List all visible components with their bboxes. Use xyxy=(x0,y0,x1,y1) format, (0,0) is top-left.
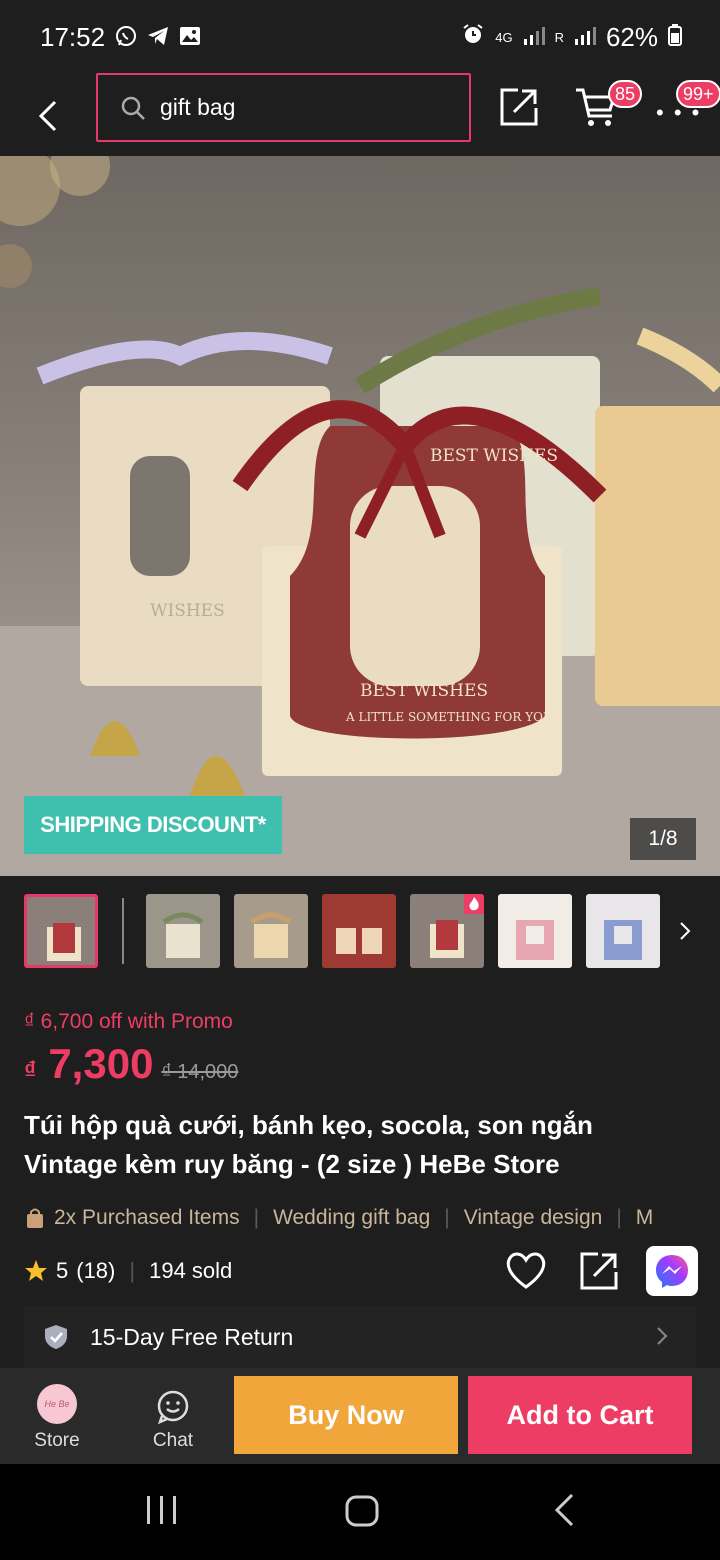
battery-icon xyxy=(668,22,682,53)
product-photo: BEST WISHES A LITTLE SOMETHING FOR YOU B… xyxy=(0,156,720,876)
thumbnail-3[interactable] xyxy=(234,894,308,968)
thumbnail-4[interactable] xyxy=(322,894,396,968)
battery-percent: 62% xyxy=(605,22,658,52)
current-price: 7,300 xyxy=(48,1040,154,1087)
cart-count-badge: 85 xyxy=(608,80,643,108)
notification-count-badge: 99+ xyxy=(676,80,720,108)
flame-icon xyxy=(469,897,479,911)
product-info: ₫ 6,700 off with Promo ₫ 7,300 ₫ 14,000 … xyxy=(0,988,720,1368)
side-box-text: WISHES xyxy=(150,601,225,621)
rating-row[interactable]: 5 (18) | 194 sold xyxy=(24,1258,232,1284)
system-nav-bar xyxy=(0,1464,720,1560)
signal-icon xyxy=(523,22,545,53)
thumbnail-7[interactable] xyxy=(586,894,660,968)
tag-more[interactable]: M xyxy=(636,1206,654,1230)
original-price: ₫ 14,000 xyxy=(161,1061,239,1083)
chat-label: Chat xyxy=(152,1430,194,1451)
recent-apps-icon xyxy=(147,1496,176,1524)
thumbnail-6[interactable] xyxy=(498,894,572,968)
tag-purchased[interactable]: 2x Purchased Items xyxy=(54,1206,240,1230)
buy-now-button[interactable]: Buy Now xyxy=(234,1376,458,1454)
status-time: 17:52 xyxy=(40,22,106,52)
shopping-bag-icon xyxy=(24,1207,46,1229)
chevron-right-icon xyxy=(680,922,691,940)
network-type: 4G xyxy=(495,30,513,45)
review-count: (18) xyxy=(76,1258,116,1283)
roaming-indicator: R xyxy=(554,30,564,45)
product-title: Túi hộp quà cưới, bánh kẹo, socola, son … xyxy=(24,1110,593,1179)
gallery-icon xyxy=(178,24,202,48)
box-text-bottom: BEST WISHES xyxy=(360,681,488,701)
thumbnail-5[interactable] xyxy=(410,894,484,968)
favorite-button[interactable] xyxy=(504,1250,548,1290)
tag-separator: | xyxy=(253,1206,260,1229)
thumbnail-image xyxy=(322,894,396,968)
add-to-cart-button[interactable]: Add to Cart xyxy=(468,1376,692,1454)
sold-count: 194 sold xyxy=(149,1258,233,1283)
price-row: ₫ 7,300 ₫ 14,000 xyxy=(24,1040,238,1088)
chevron-left-icon xyxy=(38,100,57,132)
store-label: Store xyxy=(34,1430,80,1451)
product-image[interactable]: BEST WISHES A LITTLE SOMETHING FOR YOU B… xyxy=(0,156,720,876)
thumbnail-strip xyxy=(0,876,720,988)
hot-badge xyxy=(464,894,484,914)
search-input[interactable]: gift bag xyxy=(96,73,471,142)
chevron-right-icon xyxy=(657,1327,668,1345)
return-policy-label: 15-Day Free Return xyxy=(90,1323,294,1350)
tag-wedding-gift-bag[interactable]: Wedding gift bag xyxy=(273,1206,430,1230)
image-page-counter: 1/8 xyxy=(630,818,696,860)
store-avatar: He Be xyxy=(37,1384,77,1424)
thumbnail-1[interactable] xyxy=(24,894,98,968)
messenger-button[interactable] xyxy=(646,1246,698,1296)
search-icon xyxy=(120,95,146,121)
box-text-ring: A LITTLE SOMETHING FOR YOU xyxy=(345,710,553,724)
thumbnail-image xyxy=(146,894,220,968)
product-tags: 2x Purchased Items | Wedding gift bag | … xyxy=(24,1198,720,1238)
thumbnail-image xyxy=(27,897,95,965)
notification-icons xyxy=(114,24,202,48)
rating-separator: | xyxy=(129,1258,136,1283)
share-product-button[interactable] xyxy=(578,1250,620,1292)
recent-apps-button[interactable] xyxy=(144,1494,180,1526)
shipping-discount-badge: SHIPPING DISCOUNT* xyxy=(24,796,282,854)
return-policy-row[interactable]: 15-Day Free Return xyxy=(24,1306,696,1368)
price-currency: ₫ xyxy=(24,1057,37,1084)
thumbnail-2[interactable] xyxy=(146,894,220,968)
system-back-button[interactable] xyxy=(552,1492,576,1528)
chat-icon xyxy=(157,1390,189,1424)
chat-button[interactable]: Chat xyxy=(130,1390,216,1458)
box-text-top: BEST WISHES xyxy=(430,446,558,466)
share-button[interactable] xyxy=(498,86,540,128)
home-icon xyxy=(345,1495,379,1527)
back-button[interactable] xyxy=(28,86,68,146)
heart-icon xyxy=(506,1252,546,1289)
promo-discount: ₫ 6,700 off with Promo xyxy=(24,1010,233,1033)
star-icon xyxy=(24,1259,48,1283)
shield-icon xyxy=(44,1324,68,1350)
thumbnail-image xyxy=(498,894,572,968)
thumbnail-image xyxy=(586,894,660,968)
store-button[interactable]: He Be Store xyxy=(14,1384,100,1456)
whatsapp-icon xyxy=(114,24,138,48)
rating-value: 5 xyxy=(56,1258,69,1283)
search-query: gift bag xyxy=(160,94,236,120)
bottom-action-bar: He Be Store Chat Buy Now Add to Cart xyxy=(0,1368,720,1464)
status-bar: 17:52 4G R 62% xyxy=(0,0,720,76)
signal-2-icon xyxy=(574,22,596,53)
share-icon xyxy=(500,88,538,126)
tag-separator: | xyxy=(444,1206,450,1229)
share-icon xyxy=(580,1252,618,1290)
alarm-icon xyxy=(461,22,485,53)
status-right: 4G R 62% xyxy=(461,22,682,53)
thumbnail-image xyxy=(234,894,308,968)
thumbnail-divider xyxy=(122,898,124,964)
top-bar: gift bag 85 • • • 99+ xyxy=(0,73,720,156)
messenger-icon xyxy=(656,1255,688,1288)
tag-separator: | xyxy=(616,1206,622,1229)
home-button[interactable] xyxy=(344,1494,380,1528)
thumbnails-next-button[interactable] xyxy=(672,916,698,946)
telegram-icon xyxy=(146,24,170,48)
tag-vintage-design[interactable]: Vintage design xyxy=(464,1206,603,1230)
back-arrow-icon xyxy=(554,1493,574,1527)
